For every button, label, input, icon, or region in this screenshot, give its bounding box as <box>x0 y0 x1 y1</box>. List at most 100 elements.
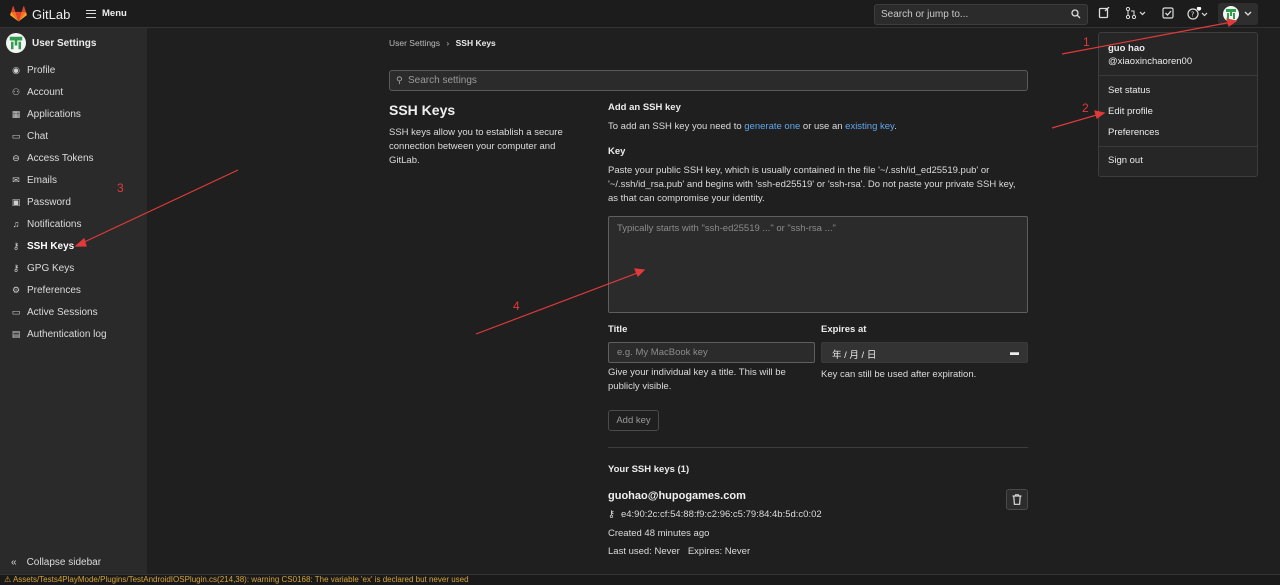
sidebar-item-label: Password <box>27 196 71 208</box>
sidebar-item-ssh-keys[interactable]: ⚷ SSH Keys <box>0 237 147 255</box>
key-last-used: Last used: Never <box>608 546 680 557</box>
menu-label: Menu <box>102 8 127 19</box>
sidebar-item-label: GPG Keys <box>27 262 75 274</box>
add-key-button[interactable]: Add key <box>608 410 659 431</box>
svg-text:?: ? <box>1191 11 1195 19</box>
global-search-input[interactable]: Search or jump to... <box>874 4 1088 25</box>
breadcrumb-current: SSH Keys <box>455 38 496 48</box>
sidebar-item-account[interactable]: ⚇ Account <box>0 83 147 101</box>
brand-name: GitLab <box>32 6 71 22</box>
breadcrumb-parent[interactable]: User Settings <box>389 38 440 48</box>
menu-divider <box>1099 146 1257 147</box>
sidebar-item-label: Notifications <box>27 218 82 230</box>
todo-icon[interactable] <box>1161 7 1175 21</box>
user-handle: @xiaoxinchaoren00 <box>1108 56 1193 67</box>
annotation-number-3: 3 <box>117 181 124 195</box>
status-warning: ⚠ Assets/Tests4PlayMode/Plugins/TestAndr… <box>4 575 469 584</box>
annotation-number-1: 1 <box>1083 35 1090 49</box>
sidebar-item-emails[interactable]: ✉ Emails <box>0 171 147 189</box>
avatar <box>1223 6 1239 22</box>
trash-icon <box>1012 494 1022 505</box>
sidebar-item-label: Profile <box>27 64 56 76</box>
intro-text: . <box>894 121 897 132</box>
collapse-sidebar-button[interactable]: « Collapse sidebar <box>11 557 101 568</box>
key-created: Created 48 minutes ago <box>608 528 710 539</box>
chat-icon: ▭ <box>11 131 21 141</box>
sidebar-item-authentication-log[interactable]: ▤ Authentication log <box>0 325 147 343</box>
key-icon: ⚷ <box>12 241 20 251</box>
page-title: SSH Keys <box>389 102 456 118</box>
add-key-intro: To add an SSH key you need to generate o… <box>608 120 897 134</box>
warning-icon: ⚠ <box>4 575 13 584</box>
hamburger-icon <box>86 9 96 18</box>
user-name: guo hao <box>1108 43 1145 54</box>
menu-item-edit-profile[interactable]: Edit profile <box>1108 106 1153 117</box>
sidebar-item-label: Chat <box>27 130 49 142</box>
sidebar-item-password[interactable]: ▣ Password <box>0 193 147 211</box>
help-icon[interactable]: ? <box>1185 6 1211 21</box>
delete-key-button[interactable] <box>1006 489 1028 510</box>
account-icon: ⚇ <box>11 87 21 97</box>
calendar-icon[interactable]: ▬ <box>1010 347 1019 357</box>
profile-icon: ◉ <box>12 65 20 75</box>
user-menu-dropdown: guo hao @xiaoxinchaoren00 Set status Edi… <box>1098 32 1258 177</box>
sidebar-header[interactable]: User Settings <box>6 33 96 53</box>
search-icon <box>1071 9 1081 19</box>
existing-key-link[interactable]: existing key <box>845 121 894 132</box>
sidebar-item-label: Active Sessions <box>27 306 98 318</box>
annotation-number-2: 2 <box>1082 101 1089 115</box>
sidebar-item-preferences[interactable]: ⚙ Preferences <box>0 281 147 299</box>
expires-label: Expires at <box>821 324 867 335</box>
token-icon: ⊖ <box>12 153 20 163</box>
monitor-icon: ▭ <box>11 307 21 317</box>
divider <box>608 447 1028 448</box>
title-placeholder: e.g. My MacBook key <box>617 347 708 358</box>
intro-text: or use an <box>800 121 846 132</box>
key-icon: ⚷ <box>608 509 615 520</box>
menu-item-set-status[interactable]: Set status <box>1108 85 1150 96</box>
your-keys-heading: Your SSH keys (1) <box>608 464 690 475</box>
breadcrumb: User Settings › SSH Keys <box>389 38 496 48</box>
sidebar-item-gpg-keys[interactable]: ⚷ GPG Keys <box>0 259 147 277</box>
sidebar-item-applications[interactable]: ▦ Applications <box>0 105 147 123</box>
sidebar-item-notifications[interactable]: ♫ Notifications <box>0 215 147 233</box>
user-avatar-button[interactable] <box>1218 3 1258 25</box>
gitlab-logo-link[interactable]: GitLab <box>10 6 70 22</box>
title-label: Title <box>608 324 628 335</box>
expires-date-input[interactable]: 年 / 月 / 日 ▬ <box>821 342 1028 363</box>
bell-icon: ♫ <box>12 219 20 229</box>
issues-icon[interactable] <box>1097 6 1111 21</box>
search-icon: ⚲ <box>396 75 403 85</box>
key-placeholder: Typically starts with "ssh-ed25519 ..." … <box>617 223 836 234</box>
menu-item-preferences[interactable]: Preferences <box>1108 127 1159 138</box>
key-title-link[interactable]: guohao@hupogames.com <box>608 490 746 502</box>
menu-divider <box>1099 75 1257 76</box>
menu-button[interactable]: Menu <box>86 8 127 19</box>
date-value: 年 / 月 / 日 <box>832 350 877 361</box>
key-label: Key <box>608 146 626 157</box>
collapse-sidebar-label: Collapse sidebar <box>26 557 102 568</box>
sidebar-item-label: Emails <box>27 174 58 186</box>
gitlab-logo-icon <box>10 6 27 22</box>
settings-search-input[interactable]: ⚲ Search settings <box>389 70 1028 91</box>
log-icon: ▤ <box>11 329 21 339</box>
key-textarea[interactable]: Typically starts with "ssh-ed25519 ..." … <box>608 216 1028 313</box>
preferences-icon: ⚙ <box>11 285 21 295</box>
key-usage: Last used: Never Expires: Never <box>608 545 750 559</box>
status-warning-text: Assets/Tests4PlayMode/Plugins/TestAndroi… <box>12 575 469 584</box>
sidebar-item-access-tokens[interactable]: ⊖ Access Tokens <box>0 149 147 167</box>
key-help-text: Paste your public SSH key, which is usua… <box>608 165 1016 204</box>
sidebar-item-chat[interactable]: ▭ Chat <box>0 127 147 145</box>
title-input[interactable]: e.g. My MacBook key <box>608 342 815 363</box>
generate-one-link[interactable]: generate one <box>744 121 800 132</box>
merge-requests-icon[interactable] <box>1124 6 1148 21</box>
sidebar-item-profile[interactable]: ◉ Profile <box>0 61 147 79</box>
chevron-right-icon: › <box>446 38 450 48</box>
title-help-text: Give your individual key a title. This w… <box>608 367 786 392</box>
sidebar-item-label: Authentication log <box>27 328 107 340</box>
sidebar-item-label: Applications <box>27 108 81 120</box>
menu-item-sign-out[interactable]: Sign out <box>1108 155 1143 166</box>
sidebar-item-active-sessions[interactable]: ▭ Active Sessions <box>0 303 147 321</box>
annotation-arrow-2 <box>1051 113 1101 129</box>
search-placeholder: Search or jump to... <box>881 9 969 20</box>
